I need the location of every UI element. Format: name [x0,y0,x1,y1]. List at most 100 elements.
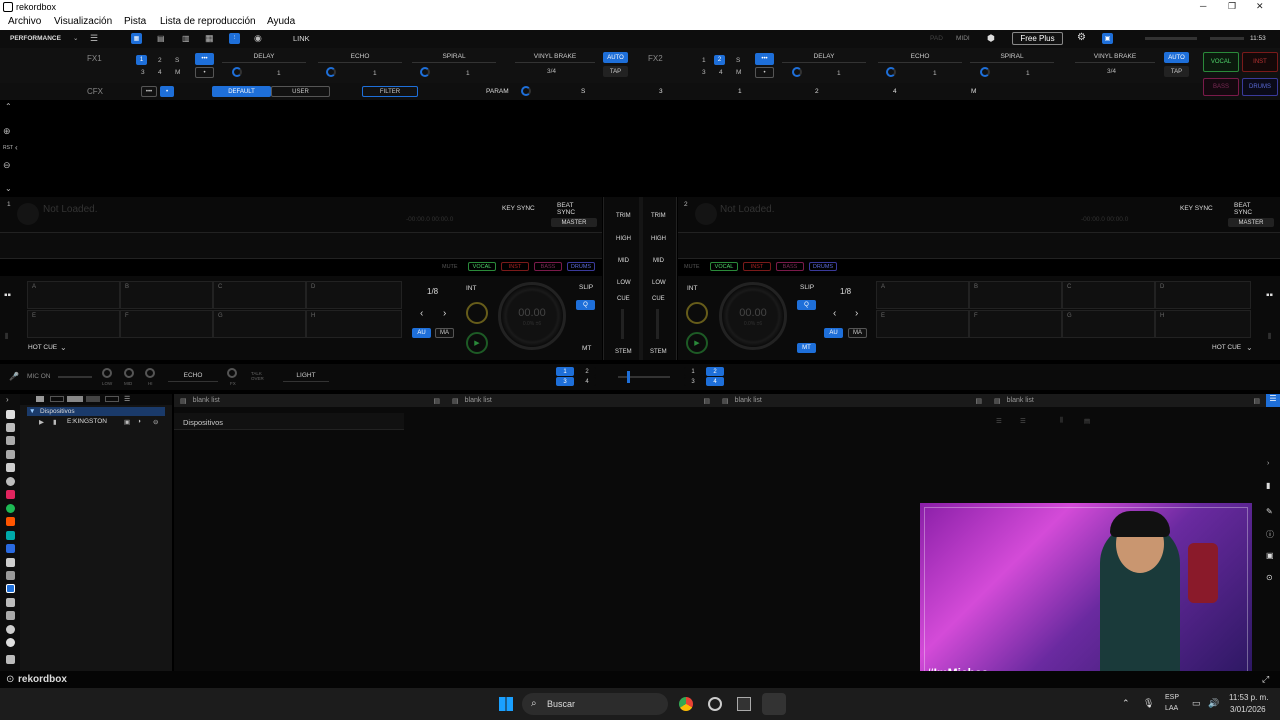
fx2-dot-button[interactable]: • [755,67,774,78]
close-button[interactable]: ✕ [1256,1,1264,12]
collection-icon[interactable] [6,410,15,419]
sync-icon[interactable] [6,625,15,634]
tab-menu-icon[interactable]: ▤ [433,397,440,405]
fx1-dot-button[interactable]: • [195,67,214,78]
drag-handle-icon[interactable]: ⦀ [1268,332,1272,342]
mic-on-button[interactable]: MIC ON [27,373,50,380]
midi-button[interactable]: MIDI [956,35,970,42]
deck2-drums-button[interactable]: DRUMS [809,262,837,271]
minimize-button[interactable]: ─ [1200,1,1206,11]
fx2-beat-2[interactable]: 2 [714,55,725,65]
menu-ayuda[interactable]: Ayuda [267,16,295,27]
fx1-tap-button[interactable]: TAP [603,66,628,77]
deck1-cue-button[interactable] [466,302,488,324]
tab-menu-icon[interactable]: ▤ [975,397,982,405]
channel-fader-1[interactable] [621,309,624,339]
playlist-icon[interactable] [6,423,15,432]
fx2-unit1-select[interactable]: DELAY [782,51,866,63]
grid-icon[interactable] [6,463,15,472]
monitor-icon[interactable] [6,571,15,580]
deck1-bass-button[interactable]: BASS [534,262,562,271]
deck1-int-select[interactable]: INT [466,285,476,292]
fx1-more-button[interactable]: ••• [195,53,214,65]
deck2-vocal-button[interactable]: VOCAL [710,262,738,271]
zoom-out-icon[interactable]: ⊖ [3,160,11,171]
fx1-beat-s[interactable]: S [175,57,179,64]
deck2-au-button[interactable]: AU [824,328,843,338]
deck2-play-button[interactable]: ▶ [686,332,708,354]
fx1-beat-1[interactable]: 1 [136,55,147,65]
left-deck-1[interactable]: 1 [556,367,574,376]
stem-inst-button[interactable]: INST [1242,52,1278,72]
expand-icon[interactable]: › [6,395,9,404]
mixer-low-2[interactable]: LOW [652,280,666,286]
pads-grid-icon[interactable]: ▪▪ [4,290,11,301]
mic-fx-select[interactable]: ECHO [168,370,218,382]
lang-line1[interactable]: ESP [1165,694,1179,701]
epic-icon[interactable] [737,697,751,711]
gear-icon[interactable]: ⚙ [1077,32,1086,43]
deck2-pad-b[interactable]: B [969,281,1062,309]
menu-archivo[interactable]: Archivo [8,16,41,27]
deck1-au-button[interactable]: AU [412,328,431,338]
pads-grid-icon[interactable]: ▪▪ [1266,290,1273,301]
deck1-quantize-button[interactable]: Q [576,300,595,310]
drive-sync-icon[interactable]: ◑ [137,418,141,425]
deck2-pad-f[interactable]: F [969,310,1062,338]
deck2-mt-button[interactable]: MT [797,343,816,353]
fx2-beat-s[interactable]: S [736,57,740,64]
deck2-beat-sync[interactable]: BEAT SYNC [1234,202,1256,216]
export-icon[interactable] [6,655,15,664]
chrome-icon[interactable] [679,697,693,711]
tree-tab-2[interactable] [67,396,83,402]
tray-chevron-icon[interactable]: ⌃ [1122,698,1130,709]
tree-dispositivos[interactable]: ▼ Dispositivos [27,407,165,416]
view-list-icon[interactable]: ☰ [996,417,1002,425]
mixer-sidebar-icon[interactable] [6,558,15,567]
fx1-beat-4[interactable]: 4 [158,69,162,76]
browser-layout-icon[interactable]: ☰ [1266,394,1280,407]
deck2-int-select[interactable]: INT [687,285,697,292]
cloud-icon[interactable] [6,598,15,607]
mixer-mid-1[interactable]: MID [618,258,629,264]
tree-tab-1[interactable] [50,396,64,402]
deck2-pad-g[interactable]: G [1062,310,1155,338]
link-button[interactable]: LINK [293,34,310,43]
fx1-unit1-select[interactable]: DELAY [222,51,306,63]
taskbar-search[interactable]: ⌕ Buscar [522,693,668,715]
mic-hi-knob[interactable] [145,368,155,378]
fx1-beat-m[interactable]: M [175,69,180,76]
devices-icon[interactable] [6,584,15,593]
fx2-unit3-knob[interactable] [980,67,990,77]
chevron-down-icon[interactable]: ⌄ [60,343,67,352]
deck2-waveform[interactable] [678,232,1280,259]
zoom-in-icon[interactable]: ⊕ [3,126,11,137]
fx2-brake-select[interactable]: VINYL BRAKE [1075,51,1155,63]
right-deck-2[interactable]: 2 [706,367,724,376]
deck1-pad-a[interactable]: A [27,281,120,309]
stem-drums-button[interactable]: DRUMS [1242,78,1278,96]
deck2-loop-size[interactable]: 1/8 [840,287,851,296]
cfx-filter-button[interactable]: FILTER [362,86,418,97]
tree-expand-icon[interactable]: ▶ [39,418,44,426]
chevron-up-icon[interactable]: ⌃ [5,102,12,111]
stem-vocal-button[interactable]: VOCAL [1203,52,1239,72]
crossfader[interactable] [618,376,670,378]
deck1-beat-sync[interactable]: BEAT SYNC [557,202,579,216]
view-detail-icon[interactable]: ☰ [1020,417,1026,425]
chevron-right-icon[interactable]: › [1267,460,1269,467]
mixer-stem-2[interactable]: STEM [650,349,667,355]
eject-icon[interactable]: ⊖ [153,418,158,426]
cfx-user-tab[interactable]: USER [271,86,330,97]
fx-panel-icon[interactable]: ▦ [131,33,142,44]
view-grid-icon[interactable]: ▤ [1084,417,1090,425]
fullscreen-icon[interactable]: ⤢ [1262,674,1269,685]
split-icon[interactable]: ▥ [182,34,190,43]
left-deck-2[interactable]: 2 [578,367,596,376]
mixer-cue-2[interactable]: CUE [652,296,665,302]
browser-tab-4[interactable]: ▤ blank list ▤ [988,394,1266,407]
fx2-unit3-select[interactable]: SPIRAL [970,51,1054,63]
fx2-unit1-knob[interactable] [792,67,802,77]
deck2-loop-next-icon[interactable]: › [855,308,858,319]
sampler-icon[interactable] [6,450,15,459]
